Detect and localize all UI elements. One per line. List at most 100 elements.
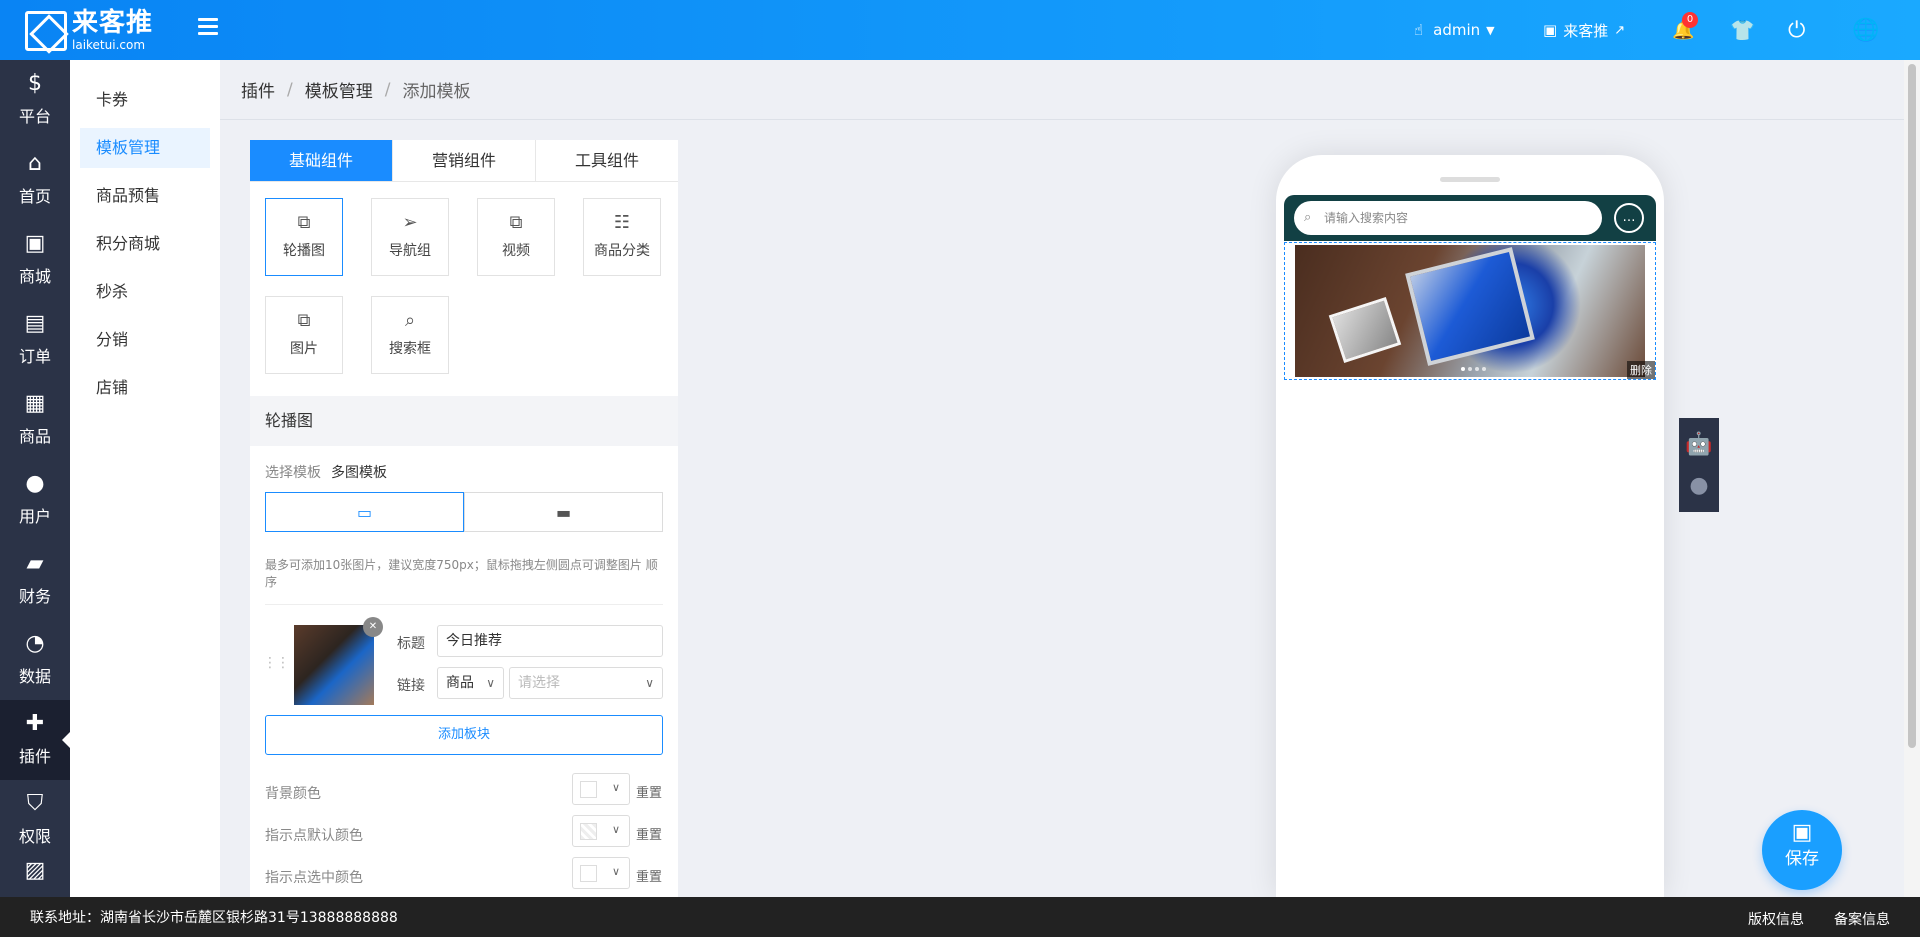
save-button[interactable]: ▣ 保存 [1762, 810, 1842, 890]
tab-marketing-components[interactable]: 营销组件 [393, 140, 536, 181]
dot-active-color-picker[interactable]: ∨ [572, 857, 630, 889]
single-image-icon: ▭ [356, 502, 373, 522]
logo-domain: laiketui.com [72, 38, 146, 52]
android-icon[interactable]: 🤖 [1685, 432, 1712, 457]
sidebar-item-plugins[interactable]: ✚ 插件 [0, 700, 70, 780]
title-label: 标题 [397, 636, 425, 652]
sidebar-item-mall[interactable]: ▣ 商城 [0, 220, 70, 300]
upload-hint: 最多可添加10张图片，建议宽度750px；鼠标拖拽左侧圆点可调整图片 顺序 [265, 556, 663, 605]
component-nav-group[interactable]: ➢ 导航组 [371, 198, 449, 276]
dot-default-color-picker[interactable]: ∨ [572, 815, 630, 847]
link-type-select[interactable]: 商品 ∨ [437, 667, 504, 699]
breadcrumb-plugins[interactable]: 插件 [241, 77, 275, 102]
bg-color-picker[interactable]: ∨ [572, 773, 630, 805]
top-header: 来客推 laiketui.com ☝ admin ▼ ▣ 来客推 ↗ 🔔 0 👕 … [0, 0, 1920, 60]
component-category[interactable]: ☷ 商品分类 [583, 198, 661, 276]
apple-icon[interactable]: ● [1689, 473, 1708, 498]
dot-default-color-reset[interactable]: 重置 [636, 824, 662, 843]
sidebar-item-more[interactable]: ▨ [0, 860, 70, 900]
contact-address: 联系地址：湖南省长沙市岳麓区银杉路31号13888888888 [30, 910, 398, 926]
device-switcher: 🤖 ● [1679, 418, 1719, 512]
template-multi-image-button[interactable]: ▬ [464, 492, 663, 532]
copyright-link[interactable]: 版权信息 [1748, 909, 1804, 929]
send-icon: ➢ [402, 212, 418, 233]
subnav-item-coupons[interactable]: 卡券 [80, 80, 210, 120]
power-icon[interactable]: ⏻ [1788, 0, 1805, 60]
store-icon: ▣ [24, 231, 46, 256]
bg-color-reset[interactable]: 重置 [636, 782, 662, 801]
footer: 联系地址：湖南省长沙市岳麓区银杉路31号13888888888 版权信息 备案信… [0, 897, 1920, 937]
logo-name: 来客推 [72, 8, 154, 38]
subnav-item-points-mall[interactable]: 积分商城 [80, 224, 210, 264]
carousel-item: ⋮⋮ ✕ 标题 今日推荐 链接 商品 ∨ 请选择 ∨ [250, 605, 678, 715]
chevron-down-icon: ▼ [1486, 23, 1495, 37]
sidebar-item-permissions[interactable]: ⛉ 权限 [0, 780, 70, 860]
carousel-item-thumbnail[interactable] [294, 625, 374, 705]
carousel-dots [1461, 367, 1489, 371]
link-target-select[interactable]: 请选择 ∨ [509, 667, 663, 699]
chevron-down-icon: ∨ [611, 865, 620, 878]
logo[interactable]: 来客推 laiketui.com [25, 10, 153, 51]
sidebar-item-data[interactable]: ◔ 数据 [0, 620, 70, 700]
tshirt-icon[interactable]: 👕 [1730, 0, 1755, 60]
component-tabs: 基础组件 营销组件 工具组件 [250, 140, 678, 182]
preview-search-bar[interactable]: ⌕ 请输入搜索内容 … [1284, 195, 1656, 241]
menu-toggle-icon[interactable] [198, 18, 218, 36]
component-search-box[interactable]: ⌕ 搜索框 [371, 296, 449, 374]
section-title: 轮播图 [250, 396, 678, 446]
record-link[interactable]: 备案信息 [1834, 909, 1890, 929]
dot-active-color-label: 指示点选中颜色 [265, 870, 363, 886]
component-carousel[interactable]: ⧉ 轮播图 [265, 198, 343, 276]
title-input[interactable]: 今日推荐 [437, 625, 663, 657]
sidebar-item-orders[interactable]: ▤ 订单 [0, 300, 70, 380]
breadcrumb-template-manage[interactable]: 模板管理 [305, 77, 373, 102]
phone-screen: ⌕ 请输入搜索内容 … 删除 [1284, 195, 1656, 895]
pie-chart-icon: ◔ [25, 631, 45, 656]
sidebar-item-finance[interactable]: ▰ 财务 [0, 540, 70, 620]
template-options: ▭ ▬ [265, 492, 663, 532]
home-icon: ⌂ [28, 151, 42, 176]
sidebar-item-users[interactable]: ● 用户 [0, 460, 70, 540]
video-icon: ⧉ [509, 212, 523, 233]
shop-link[interactable]: ▣ 来客推 ↗ [1543, 0, 1625, 60]
sidebar: $ 平台 ⌂ 首页 ▣ 商城 ▤ 订单 ▦ 商品 ● 用户 ▰ 财务 ◔ 数据 ✚ 插件 ⛉ 权限 … [0, 60, 70, 897]
template-single-image-button[interactable]: ▭ [265, 492, 464, 532]
page-scrollbar[interactable] [1904, 60, 1920, 897]
notification-badge: 0 [1682, 12, 1698, 28]
component-image[interactable]: ⧉ 图片 [265, 296, 343, 374]
component-video[interactable]: ⧉ 视频 [477, 198, 555, 276]
subnav-item-distribution[interactable]: 分销 [80, 320, 210, 360]
chevron-down-icon: ∨ [611, 781, 620, 794]
user-name: admin [1433, 21, 1481, 39]
bell-icon[interactable]: 🔔 0 [1672, 0, 1698, 60]
save-icon: ▣ [1791, 820, 1813, 845]
clipboard-icon: ▤ [24, 311, 46, 336]
sidebar-item-home[interactable]: ⌂ 首页 [0, 140, 70, 220]
preview-carousel[interactable]: 删除 [1284, 242, 1656, 380]
chat-icon[interactable]: … [1614, 203, 1644, 233]
drag-handle-icon[interactable]: ⋮⋮ [263, 655, 290, 671]
sidebar-item-products[interactable]: ▦ 商品 [0, 380, 70, 460]
phone-notch [1440, 177, 1500, 182]
tab-tool-components[interactable]: 工具组件 [536, 140, 678, 181]
globe-icon[interactable]: 🌐 [1852, 0, 1879, 60]
plugin-subnav: 卡券 模板管理 商品预售 积分商城 秒杀 分销 店铺 [70, 60, 220, 897]
template-select-row: 选择模板 多图模板 [250, 446, 678, 482]
sidebar-item-platform[interactable]: $ 平台 [0, 60, 70, 140]
hand-icon: ☝ [1414, 21, 1424, 39]
template-value: 多图模板 [331, 465, 387, 481]
bg-color-row: 背景颜色 ∨ 重置 [250, 769, 678, 811]
user-menu[interactable]: ☝ admin ▼ [1414, 0, 1495, 60]
preview-search-input[interactable]: ⌕ 请输入搜索内容 [1294, 201, 1602, 235]
scrollbar-thumb[interactable] [1908, 64, 1916, 748]
search-icon: ⌕ [1304, 210, 1312, 225]
subnav-item-flash-sale[interactable]: 秒杀 [80, 272, 210, 312]
subnav-item-presale[interactable]: 商品预售 [80, 176, 210, 216]
tab-basic-components[interactable]: 基础组件 [250, 140, 393, 181]
add-block-button[interactable]: 添加板块 [265, 715, 663, 755]
dot-active-color-reset[interactable]: 重置 [636, 866, 662, 885]
close-icon[interactable]: ✕ [363, 617, 383, 637]
subnav-item-store[interactable]: 店铺 [80, 368, 210, 408]
delete-tag[interactable]: 删除 [1627, 361, 1655, 379]
subnav-item-template-manage[interactable]: 模板管理 [80, 128, 210, 168]
